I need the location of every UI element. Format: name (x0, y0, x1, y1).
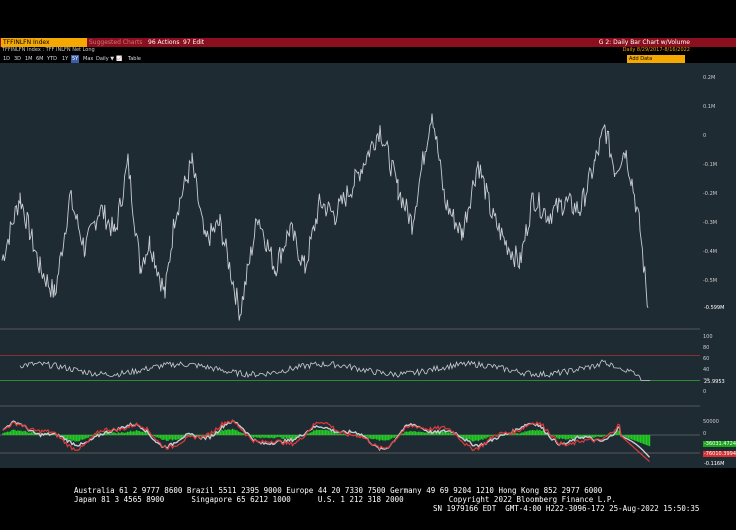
chart-svg[interactable]: DecMarJunSepDecMarJunSepDecMarJunSepDecM… (0, 63, 700, 468)
last-value-badge: -0.599M (703, 305, 726, 311)
period-button-1[interactable]: 3D (14, 55, 21, 63)
macd-value-badge-1: -36031.4724 (703, 441, 736, 447)
period-button-6[interactable]: 5Y (71, 55, 80, 63)
rsi-axis-label: 0 (703, 389, 707, 395)
rsi-axis-label: 100 (703, 334, 713, 340)
macd-value-badge-2: -76010.3994 (703, 451, 736, 457)
title-bar: TFFINLFN Index Suggested Charts 96 Actio… (0, 38, 736, 47)
rsi-axis-label: 80 (703, 345, 710, 351)
period-button-5[interactable]: 1Y (62, 55, 68, 63)
actions-menu[interactable]: 96 Actions (148, 38, 179, 47)
period-button-3[interactable]: 6M (36, 55, 44, 63)
period-button-0[interactable]: 1D (3, 55, 10, 63)
period-button-7[interactable]: Max (83, 55, 93, 63)
y-axis-label: -0.2M (703, 191, 718, 197)
period-button-9[interactable]: 📈 (116, 55, 122, 63)
y-axis-label: -0.3M (703, 220, 718, 226)
period-button-4[interactable]: YTD (47, 55, 57, 63)
chart-title: G 2: Daily Bar Chart w/Volume (598, 39, 690, 46)
macd-axis-label: 50000 (703, 419, 719, 425)
footer-line-2: Japan 81 3 4565 8900 Singapore 65 6212 1… (74, 495, 616, 504)
date-range[interactable]: Daily 8/29/2017-8/16/2022 (623, 47, 690, 53)
y-axis-label: -0.1M (703, 162, 718, 168)
footer-line-1: Australia 61 2 9777 8600 Brazil 5511 239… (74, 486, 603, 495)
range-label: Daily (622, 47, 636, 53)
y-axis-label: 0.1M (703, 104, 716, 110)
macd-value-badge-3: -0.116M (703, 461, 726, 467)
y-axis-label: -0.5M (703, 278, 718, 284)
period-button-10[interactable]: Table (128, 55, 141, 63)
macd-signal-series (2, 419, 651, 458)
chart-area[interactable]: DecMarJunSepDecMarJunSepDecMarJunSepDecM… (0, 63, 700, 468)
rsi-axis-label: 60 (703, 356, 710, 362)
period-toolbar: 1D 3D 1M 6M YTD 1Y 5Y Max Daily ▼ 📈 Table (0, 55, 736, 63)
ticker-field[interactable]: TFFINLFN Index (1, 38, 87, 47)
rsi-axis-label: 40 (703, 367, 710, 373)
edit-menu[interactable]: 97 Edit (183, 38, 204, 47)
macd-axis-label: 0 (703, 431, 707, 437)
net-long-series (1, 113, 649, 321)
suggested-charts-link[interactable]: Suggested Charts (89, 38, 144, 47)
y-axis-label: -0.4M (703, 249, 718, 255)
rsi-series (19, 359, 650, 381)
footer-line-3: SN 1979166 EDT GMT-4:00 H222-3096-172 25… (433, 504, 700, 513)
macd-series (2, 419, 650, 462)
range-dates: 8/29/2017-8/16/2022 (636, 47, 690, 53)
security-description: TFFINLFN Index : TFF INLFN Net Long (2, 47, 95, 53)
rsi-last-badge: 25.9953 (703, 379, 726, 385)
y-axis-label: 0 (703, 133, 707, 139)
y-axis-label: 0.2M (703, 75, 716, 81)
add-data-field[interactable]: Add Data (627, 55, 685, 63)
period-button-2[interactable]: 1M (25, 55, 33, 63)
period-button-8[interactable]: Daily ▼ (96, 55, 114, 63)
right-axis: 0.2M 0.1M 0 -0.1M -0.2M -0.3M -0.4M -0.5M -0.599… (700, 63, 736, 468)
